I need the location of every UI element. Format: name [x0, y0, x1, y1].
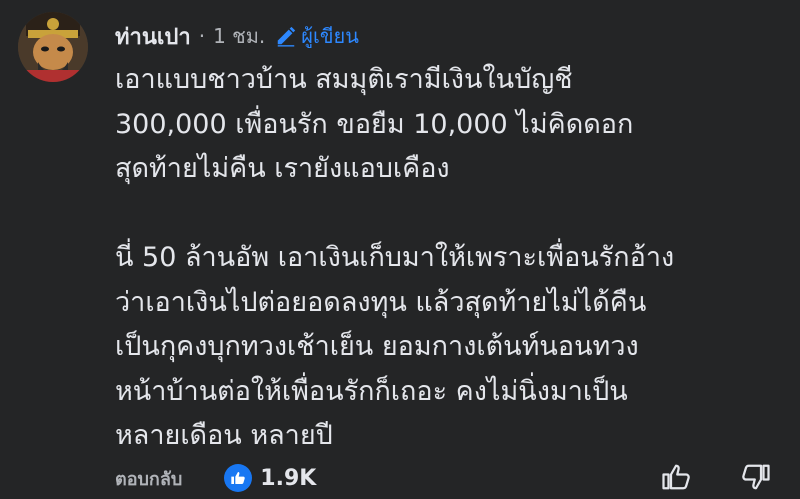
comment-time[interactable]: 1 ชม.: [213, 20, 265, 52]
author-name[interactable]: ท่านเปา: [115, 19, 191, 54]
pencil-icon: [278, 26, 296, 47]
like-count: 1.9K: [260, 465, 317, 491]
upvote-button[interactable]: [661, 462, 691, 496]
author-badge: ผู้เขียน: [275, 20, 359, 52]
avatar[interactable]: [18, 12, 88, 82]
avatar-image: [18, 12, 88, 82]
badge-label: ผู้เขียน: [301, 24, 359, 48]
comment-header: ท่านเปา · 1 ชม. ผู้เขียน: [115, 18, 359, 54]
comment-paragraph-1: เอาแบบชาวบ้าน สมมุติเรามีเงินในบัญชี 300…: [115, 64, 634, 184]
reply-button[interactable]: ตอบกลับ: [115, 464, 182, 493]
like-icon: [224, 464, 253, 492]
thumbs-up-icon: [662, 464, 690, 490]
comment-body: เอาแบบชาวบ้าน สมมุติเรามีเงินในบัญชี 300…: [115, 58, 785, 459]
downvote-button[interactable]: [741, 462, 771, 496]
reaction-summary[interactable]: 1.9K: [224, 464, 316, 492]
comment-paragraph-2: นี่ 50 ล้านอัพ เอาเงินเก็บมาให้เพราะเพื่…: [115, 242, 675, 451]
separator-dot: ·: [198, 24, 206, 48]
comment-footer: ตอบกลับ 1.9K: [115, 458, 800, 498]
thumbs-down-icon: [742, 464, 770, 490]
